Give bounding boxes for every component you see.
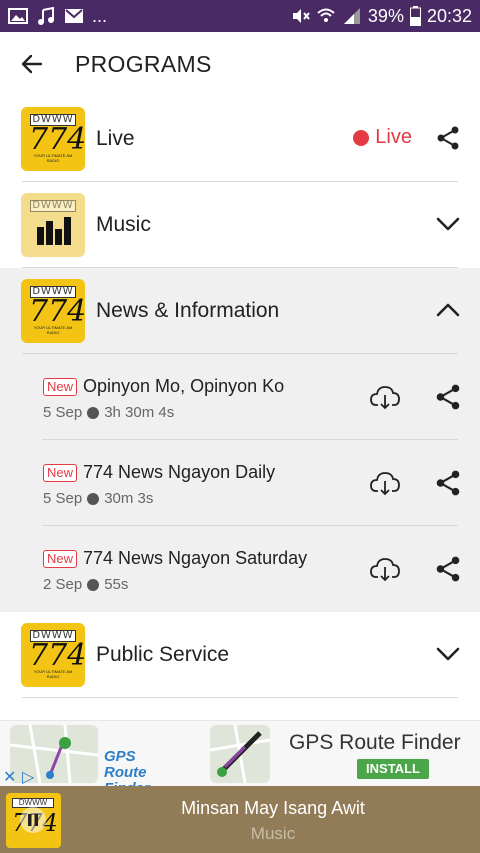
download-icon[interactable]: [370, 556, 400, 582]
now-playing-title: Minsan May Isang Awit: [181, 798, 365, 818]
new-badge: New: [43, 549, 78, 568]
share-icon[interactable]: [434, 555, 462, 583]
episode-date: 5 Sep: [43, 490, 83, 507]
ad-brand-line: Route: [104, 764, 147, 781]
music-note-icon: [38, 7, 54, 25]
back-arrow-icon: [21, 54, 43, 74]
mini-player[interactable]: DWWW 774 Minsan May Isang Awit Music: [0, 786, 480, 853]
download-icon[interactable]: [370, 470, 400, 496]
share-button[interactable]: [434, 124, 462, 152]
download-icon[interactable]: [370, 384, 400, 410]
program-label: Public Service: [96, 643, 230, 666]
ad-banner[interactable]: GPS Route Finder GPS Route Finder INSTAL…: [0, 720, 480, 797]
ad-map-image: [209, 724, 271, 784]
battery-icon: [409, 6, 421, 26]
episode-title: 774 News Ngayon Saturday: [83, 548, 308, 568]
program-label: Music: [96, 213, 151, 236]
separator-dot: [87, 492, 100, 505]
page-title: PROGRAMS: [75, 50, 212, 77]
back-button[interactable]: [0, 32, 64, 96]
program-row-public-service[interactable]: DWWW 774 YOUR ULTIMATE AM RADIO Public S…: [0, 612, 480, 698]
expand-button[interactable]: [434, 640, 462, 668]
episode-meta: 2 Sep 55s: [43, 576, 128, 593]
episode-row[interactable]: New 774 News Ngayon Saturday 2 Sep 55s: [0, 526, 480, 612]
logo-tagline: YOUR ULTIMATE AM RADIO: [33, 669, 73, 679]
expand-button[interactable]: [434, 210, 462, 238]
program-row-music[interactable]: DWWW Music: [0, 182, 480, 268]
episode-title-line: New 774 News Ngayon Saturday: [43, 548, 307, 569]
email-icon: [65, 9, 83, 23]
share-icon: [437, 126, 459, 150]
live-dot-icon: [353, 129, 370, 146]
battery-percent: 39%: [367, 5, 404, 26]
station-logo: DWWW 774 YOUR ULTIMATE AM RADIO: [21, 279, 85, 343]
logo-number: 774: [29, 122, 85, 157]
episode-duration: 3h 30m 4s: [104, 404, 175, 421]
program-row-news[interactable]: DWWW 774 YOUR ULTIMATE AM RADIO News & I…: [0, 268, 480, 354]
episode-title-line: New 774 News Ngayon Daily: [43, 462, 275, 483]
logo-tagline: YOUR ULTIMATE AM RADIO: [33, 325, 73, 335]
gallery-icon: [8, 8, 28, 24]
share-icon[interactable]: [434, 469, 462, 497]
episode-meta: 5 Sep 3h 30m 4s: [43, 404, 174, 421]
program-label: Live: [96, 127, 135, 150]
status-bar: ... 39% 20:32: [0, 0, 480, 32]
ad-close-icon[interactable]: ✕: [3, 767, 16, 787]
new-badge: New: [43, 377, 78, 396]
audio-bars-icon: [37, 217, 71, 245]
collapse-button[interactable]: [434, 296, 462, 324]
live-indicator: Live: [353, 126, 412, 149]
logo-tagline: YOUR ULTIMATE AM RADIO: [33, 153, 73, 163]
live-status: Live: [375, 126, 412, 148]
episode-row[interactable]: New Opinyon Mo, Opinyon Ko 5 Sep 3h 30m …: [0, 354, 480, 440]
program-label: News & Information: [96, 299, 280, 322]
new-badge: New: [43, 463, 78, 482]
station-logo: DWWW 774 YOUR ULTIMATE AM RADIO: [21, 107, 85, 171]
separator-dot: [87, 578, 100, 591]
chevron-down-icon: [436, 217, 460, 231]
episode-date: 2 Sep: [43, 576, 83, 593]
logo-call-sign: DWWW: [30, 200, 76, 212]
separator-dot: [87, 406, 100, 419]
chevron-down-icon: [436, 647, 460, 661]
episode-title: 774 News Ngayon Daily: [83, 462, 276, 482]
divider: [22, 697, 458, 698]
station-logo: DWWW: [21, 193, 85, 257]
station-logo: DWWW 774 YOUR ULTIMATE AM RADIO: [21, 623, 85, 687]
ad-install-button[interactable]: INSTALL: [357, 759, 429, 779]
episode-title: Opinyon Mo, Opinyon Ko: [83, 376, 285, 396]
ad-title: GPS Route Finder: [289, 731, 461, 754]
map-route-icon: [209, 724, 271, 784]
clock: 20:32: [426, 5, 472, 26]
signal-icon: [343, 8, 360, 24]
logo-number: 774: [29, 638, 85, 673]
now-playing-category: Music: [250, 824, 296, 843]
chevron-up-icon: [436, 303, 460, 317]
program-row-live[interactable]: DWWW 774 YOUR ULTIMATE AM RADIO Live Liv…: [0, 96, 480, 182]
wifi-icon: [317, 8, 335, 22]
episode-date: 5 Sep: [43, 404, 83, 421]
logo-number: 774: [29, 294, 85, 329]
app-bar: PROGRAMS: [0, 32, 480, 96]
episode-row[interactable]: New 774 News Ngayon Daily 5 Sep 30m 3s: [0, 440, 480, 526]
program-list: DWWW 774 YOUR ULTIMATE AM RADIO Live Liv…: [0, 96, 480, 698]
mute-icon: [292, 9, 310, 23]
episode-title-line: New Opinyon Mo, Opinyon Ko: [43, 376, 284, 397]
ad-choices-icon[interactable]: ▷: [22, 767, 34, 787]
ad-brand-line: GPS: [104, 748, 136, 765]
episode-meta: 5 Sep 30m 3s: [43, 490, 153, 507]
episode-duration: 30m 3s: [104, 490, 154, 507]
episode-duration: 55s: [104, 576, 129, 593]
more-notifications-dots: ...: [92, 5, 108, 26]
share-icon[interactable]: [434, 383, 462, 411]
